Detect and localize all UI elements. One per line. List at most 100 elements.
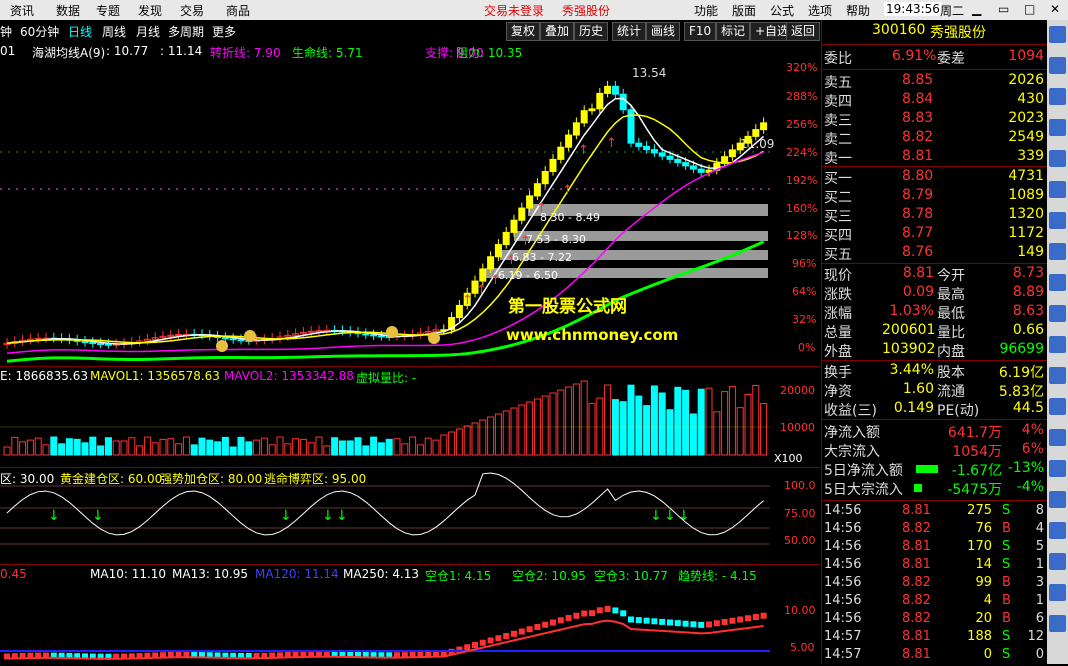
sidebar-zx-icon[interactable]: [1049, 274, 1066, 291]
tick-time: 14:56: [824, 539, 862, 554]
volume-bar: [541, 395, 549, 456]
flow-row: 5日净流入额 -1.67亿 -13%: [822, 460, 1048, 479]
sidebar-gj-icon[interactable]: [1049, 398, 1066, 415]
period-minute[interactable]: 钟: [0, 23, 12, 40]
axis-label: 5.00: [790, 641, 815, 654]
stat-row: 现价 8.81 今开 8.73: [822, 265, 1048, 284]
minimize-icon[interactable]: ▁: [972, 2, 981, 16]
sidebar-gg-icon[interactable]: [1049, 336, 1066, 353]
volume-bar: [143, 436, 151, 456]
candle-body: [237, 339, 245, 342]
menu-item-shuju[interactable]: 数据: [56, 2, 80, 19]
menu-item-zhuanti[interactable]: 专题: [96, 2, 120, 19]
candle-body: [104, 343, 112, 346]
volume-bar: [736, 407, 744, 456]
ma-candle: [511, 630, 517, 637]
sidebar-sz-icon[interactable]: [1049, 119, 1066, 136]
candle-body: [643, 145, 651, 151]
menu-item-gongneng[interactable]: 功能: [694, 2, 718, 19]
volume-bar: [518, 404, 526, 456]
menu-item-shangpin[interactable]: 商品: [226, 2, 250, 19]
ma-pane[interactable]: 0.45 MA10: 11.10 MA13: 10.95 MA120: 11.1…: [0, 565, 820, 664]
buy-arrow-icon: ↑: [562, 183, 573, 198]
main-chart-pane[interactable]: 01 海湖均线A(9) : 10.77 : 11.14 转折线: 7.90 生命…: [0, 42, 820, 367]
fuquan-button[interactable]: 复权: [506, 22, 541, 41]
ask-row: 卖四 8.84 430: [822, 91, 1048, 110]
axis-label: 32%: [792, 313, 817, 326]
period-60min[interactable]: 60分钟: [20, 23, 59, 40]
volume-pane[interactable]: E: 1866835.63 MAVOL1: 1356578.63 MAVOL2:…: [0, 367, 820, 468]
volume-bar: [697, 388, 705, 456]
tick-volume: 275: [967, 503, 992, 518]
stat-label: 现价: [824, 268, 852, 284]
sidebar-zq-icon[interactable]: [1049, 460, 1066, 477]
back-button[interactable]: 返回: [786, 22, 820, 41]
menu-item-banmian[interactable]: 版面: [732, 2, 756, 19]
diejia-button[interactable]: 叠加: [540, 22, 575, 41]
candle-body: [362, 333, 370, 336]
period-more[interactable]: 更多: [212, 23, 236, 40]
tick-row: 14:56 8.82 20 B 6: [822, 611, 1048, 630]
restore-icon[interactable]: ▭: [998, 2, 1009, 16]
period-month[interactable]: 月线: [136, 23, 160, 40]
sidebar-hy-icon[interactable]: [1049, 212, 1066, 229]
menu-item-xuanxiang[interactable]: 选项: [808, 2, 832, 19]
sidebar-fx-icon[interactable]: [1049, 181, 1066, 198]
period-week[interactable]: 周线: [102, 23, 126, 40]
ma-candle: [745, 615, 751, 622]
sidebar-bk-icon[interactable]: [1049, 150, 1066, 167]
sidebar-sh-icon[interactable]: [1049, 88, 1066, 105]
period-multi[interactable]: 多周期: [168, 23, 204, 40]
stat-label: 总量: [824, 325, 852, 341]
stat-value: 0.09: [902, 284, 934, 300]
bid-row: 买五 8.76 149: [822, 244, 1048, 263]
sidebar-f6-icon[interactable]: [1049, 553, 1066, 570]
lishi-button[interactable]: 历史: [574, 22, 609, 41]
sidebar-rsi-icon[interactable]: [1049, 429, 1066, 446]
menu-item-gongshi[interactable]: 公式: [770, 2, 794, 19]
volume-bar: [370, 436, 378, 456]
menu-item-bangzhu[interactable]: 帮助: [846, 2, 870, 19]
sidebar-30-icon[interactable]: [1049, 584, 1066, 601]
oscillator-pane[interactable]: 区: 30.00 黄金建仓区: 60.00 强势加仓区: 80.00 逃命博弈区…: [0, 468, 820, 565]
bid-label: 买五: [824, 247, 852, 263]
white-ma-line: [6, 97, 765, 345]
sidebar-up-icon[interactable]: [1049, 26, 1066, 43]
menu-item-faxian[interactable]: 发现: [138, 2, 162, 19]
tongji-button[interactable]: 统计: [612, 22, 647, 41]
stat-row: 涨跌 0.09 最高 8.89: [822, 284, 1048, 303]
volume-bar: [128, 437, 136, 456]
sidebar-jl-icon[interactable]: [1049, 491, 1066, 508]
tick-count: 4: [1035, 521, 1044, 536]
stat-row: 涨幅 1.03% 最低 8.63: [822, 303, 1048, 322]
ask-row: 卖三 8.83 2023: [822, 110, 1048, 129]
login-status[interactable]: 交易未登录: [484, 2, 544, 19]
sidebar-fz-icon[interactable]: [1049, 367, 1066, 384]
bid-price: 8.80: [902, 168, 934, 184]
tick-count: 5: [1035, 539, 1044, 554]
sidebar-jy-icon[interactable]: [1049, 243, 1066, 260]
ma-candle: [721, 619, 728, 625]
close-icon[interactable]: ✕: [1050, 2, 1060, 16]
sidebar-qh-icon[interactable]: [1049, 305, 1066, 322]
ma-candle: [565, 615, 572, 621]
sidebar-f5-icon[interactable]: [1049, 522, 1066, 539]
maximize-icon[interactable]: □: [1024, 2, 1035, 16]
candle-body: [650, 149, 658, 154]
axis-label: 0%: [798, 341, 816, 354]
tick-volume: 188: [967, 629, 992, 644]
volume-bar: [331, 437, 339, 456]
huaxian-button[interactable]: 画线: [646, 22, 681, 41]
menu-item-zixun[interactable]: 资讯: [10, 2, 34, 19]
sidebar-60-icon[interactable]: [1049, 615, 1066, 632]
sidebar-down-icon[interactable]: [1049, 57, 1066, 74]
volume-bar: [284, 443, 292, 456]
volume-bar: [136, 445, 144, 456]
period-day[interactable]: 日线: [68, 23, 92, 40]
tick-time: 14:56: [824, 575, 862, 590]
biaoji-button[interactable]: 标记: [716, 22, 751, 41]
volume-bar: [705, 387, 713, 456]
candle-body: [97, 343, 105, 346]
menu-item-jiaoyi[interactable]: 交易: [180, 2, 204, 19]
f10-button[interactable]: F10: [684, 22, 717, 41]
